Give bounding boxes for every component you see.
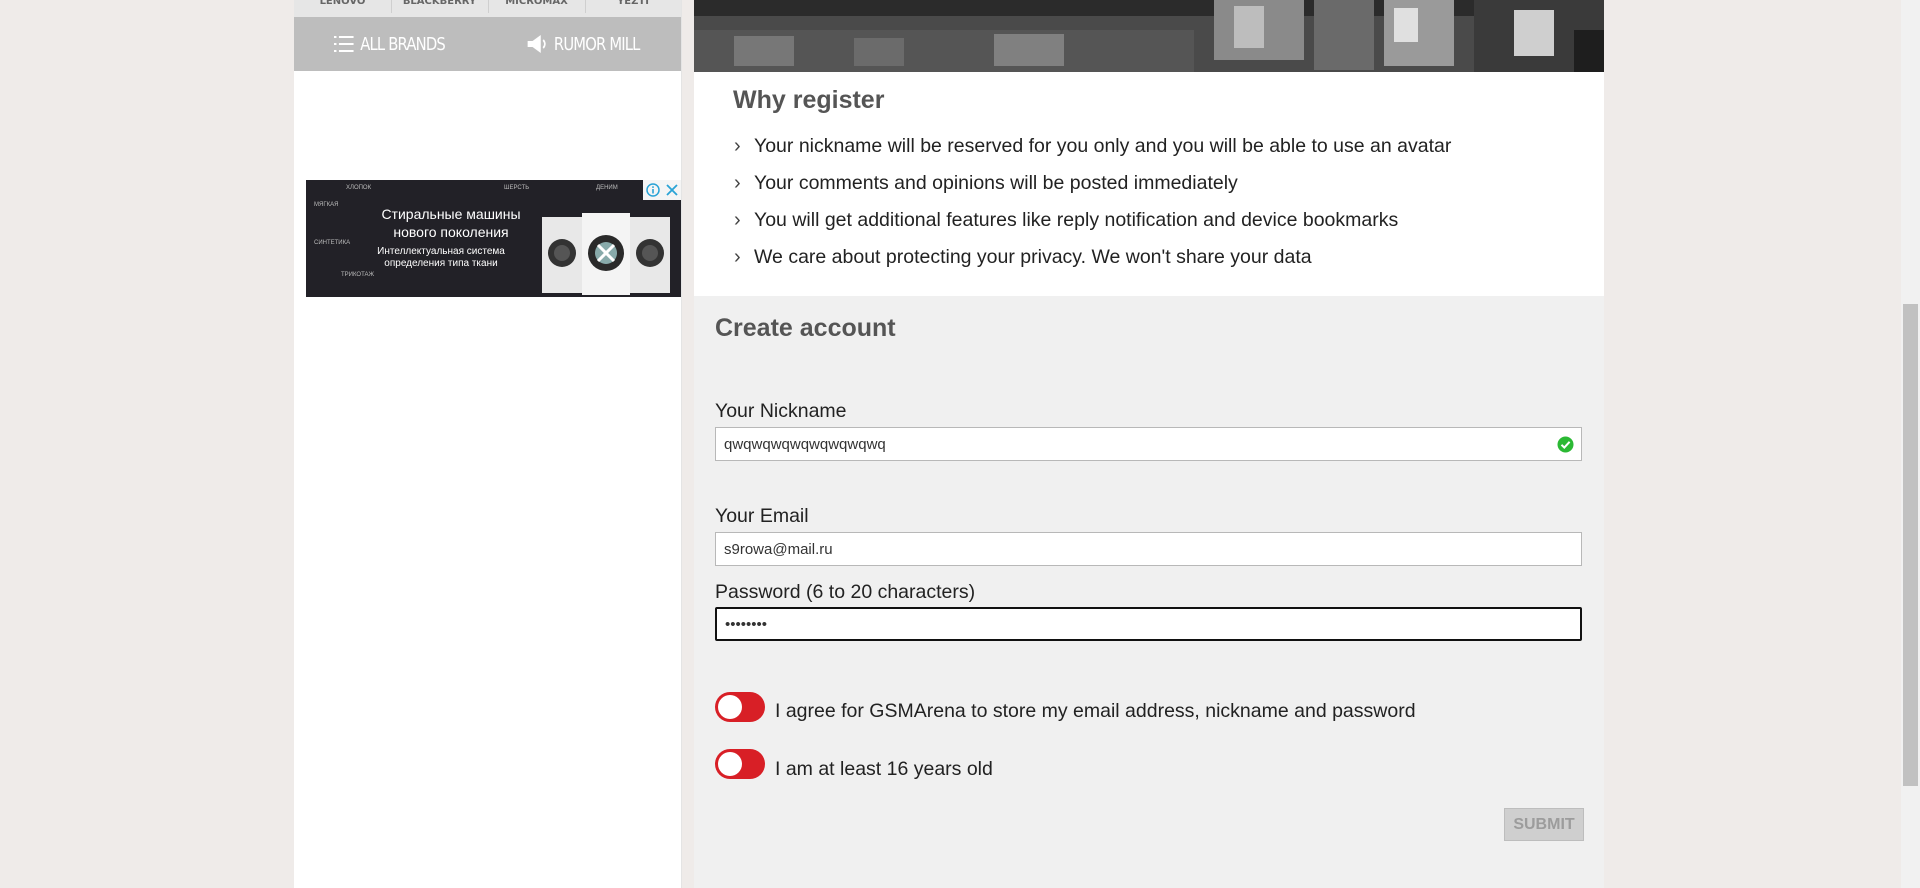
agree-label: I agree for GSMArena to store my email a… xyxy=(775,700,1416,722)
list-item: › You will get additional features like r… xyxy=(734,209,1451,246)
create-account-title: Create account xyxy=(715,314,896,342)
list-item-text: Your comments and opinions will be poste… xyxy=(754,172,1238,194)
advertisement-banner[interactable]: ХЛОПОК ШЕРСТЬ СИНТЕТИКА ДЕНИМ ТРИКОТАЖ М… xyxy=(306,180,681,297)
nickname-input[interactable] xyxy=(715,427,1582,461)
washing-machines-image xyxy=(542,213,670,295)
quicklinks-bar: ALL BRANDS RUMOR MILL xyxy=(294,17,681,71)
all-brands-label: ALL BRANDS xyxy=(360,33,446,55)
email-label: Your Email xyxy=(715,505,809,527)
ad-small-label: ДЕНИМ xyxy=(596,185,618,191)
ad-subtitle: Интеллектуальная система определения тип… xyxy=(377,246,505,269)
toggle-knob xyxy=(718,695,742,719)
chevron-right-icon: › xyxy=(734,246,741,268)
rumor-mill-label: RUMOR MILL xyxy=(553,33,641,55)
list-item-text: We care about protecting your privacy. W… xyxy=(754,246,1312,268)
toggle-knob xyxy=(718,752,742,776)
list-item: › Your nickname will be reserved for you … xyxy=(734,135,1451,172)
list-item-text: You will get additional features like re… xyxy=(754,209,1399,231)
main-content: Why register › Your nickname will be rese… xyxy=(694,0,1604,888)
ad-small-label: МЯГКАЯ xyxy=(314,202,339,208)
list-icon xyxy=(334,36,354,52)
rumor-mill-link[interactable]: RUMOR MILL xyxy=(526,17,640,71)
megaphone-icon xyxy=(527,35,546,53)
brand-link[interactable]: MICROMAX xyxy=(488,0,586,13)
why-register-list: › Your nickname will be reserved for you … xyxy=(734,135,1451,283)
list-item: › Your comments and opinions will be post… xyxy=(734,172,1451,209)
checkmark-icon xyxy=(1557,436,1574,453)
age-label: I am at least 16 years old xyxy=(775,758,993,780)
ad-small-label: ТРИКОТАЖ xyxy=(341,272,375,278)
chevron-right-icon: › xyxy=(734,209,741,231)
ad-choices-badge[interactable] xyxy=(643,180,681,200)
brand-link[interactable]: BLACKBERRY xyxy=(391,0,489,13)
why-register-section: Why register › Your nickname will be rese… xyxy=(694,72,1604,296)
nickname-label: Your Nickname xyxy=(715,400,847,422)
brand-link[interactable]: YEZTI xyxy=(585,0,681,13)
list-item: › We care about protecting your privacy. … xyxy=(734,246,1451,283)
chevron-right-icon: › xyxy=(734,172,741,194)
ad-small-label: ХЛОПОК xyxy=(346,185,372,191)
agree-toggle[interactable] xyxy=(715,692,765,722)
info-icon[interactable] xyxy=(646,183,660,197)
ad-small-label: СИНТЕТИКА xyxy=(314,240,351,246)
chevron-right-icon: › xyxy=(734,135,741,157)
password-input[interactable] xyxy=(715,607,1582,641)
password-label: Password (6 to 20 characters) xyxy=(715,581,976,603)
ad-small-label: ШЕРСТЬ xyxy=(504,185,530,191)
list-item-text: Your nickname will be reserved for you o… xyxy=(754,135,1452,157)
brand-strip: LENOVO BLACKBERRY MICROMAX YEZTI xyxy=(294,0,681,18)
email-input[interactable] xyxy=(715,532,1582,566)
age-toggle[interactable] xyxy=(715,749,765,779)
close-icon[interactable] xyxy=(666,184,678,196)
all-brands-link[interactable]: ALL BRANDS xyxy=(334,17,446,71)
scrollbar-thumb[interactable] xyxy=(1903,304,1918,786)
page-scrollbar[interactable] xyxy=(1901,0,1920,888)
ad-title: Стиральные машины нового поколения xyxy=(381,206,521,240)
hero-image xyxy=(694,0,1604,72)
why-register-title: Why register xyxy=(733,86,885,114)
brand-link[interactable]: LENOVO xyxy=(294,0,392,13)
submit-button[interactable]: SUBMIT xyxy=(1504,808,1584,841)
left-sidebar: LENOVO BLACKBERRY MICROMAX YEZTI ALL BRA… xyxy=(294,0,682,888)
